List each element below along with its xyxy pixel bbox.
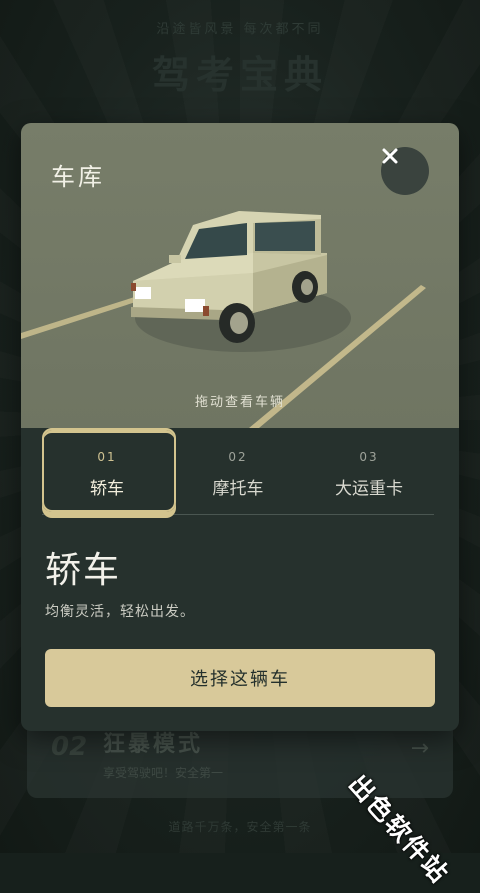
tab-number: 02: [228, 450, 248, 464]
tab-label: 摩托车: [212, 479, 264, 499]
background-title: 驾考宝典: [151, 53, 328, 97]
background-slogan: 沿途皆风景 每次都不同: [156, 22, 324, 37]
car-preview[interactable]: 车库 拖动查看车辆: [21, 123, 459, 428]
active-tab-frame: [42, 428, 176, 512]
arrow-right-icon: →: [410, 736, 429, 761]
tab-motorcycle[interactable]: 02 摩托车: [173, 428, 303, 514]
close-icon: [382, 148, 398, 164]
select-vehicle-button[interactable]: 选择这辆车: [45, 649, 435, 707]
tab-number: 01: [97, 450, 117, 464]
tab-sedan[interactable]: 01 轿车: [42, 428, 176, 514]
drag-hint: 拖动查看车辆: [194, 395, 285, 410]
tab-label: 大运重卡: [335, 479, 403, 499]
tab-heavy-truck[interactable]: 03 大运重卡: [304, 428, 434, 514]
mode-card-subtitle: 享受驾驶吧！安全第一: [103, 766, 224, 780]
close-button[interactable]: [381, 147, 429, 195]
mode-card-number: 02: [51, 732, 88, 762]
vehicle-description: 均衡灵活，轻松出发。: [45, 604, 195, 620]
tab-label: 轿车: [90, 479, 124, 499]
vehicle-tabs: 01 轿车 02 摩托车 03 大运重卡: [42, 428, 434, 515]
garage-modal: 车库 拖动查看车辆 01 轿车 02 摩托车 03 大运重卡 轿车 均衡灵活，轻…: [21, 123, 459, 731]
tab-number: 03: [359, 450, 379, 464]
garage-title: 车库: [51, 163, 105, 191]
vehicle-name: 轿车: [45, 550, 122, 591]
